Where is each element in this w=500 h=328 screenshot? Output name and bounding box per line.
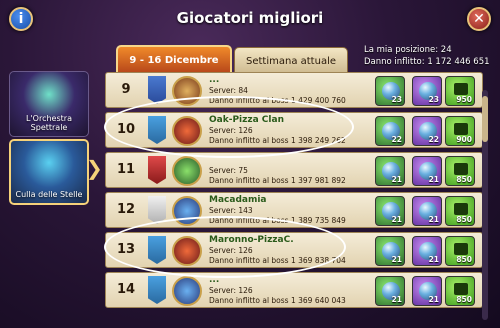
table-row[interactable]: 9 ... Server: 84 Danno inflitto al boss … xyxy=(105,72,483,108)
tab-last-week[interactable]: 9 - 16 Dicembre xyxy=(116,45,232,75)
guild-name: ... xyxy=(209,75,220,85)
damage-text: Danno inflitto al boss 1 389 735 849 xyxy=(209,216,346,225)
gem-icon xyxy=(454,203,468,215)
gem-icon xyxy=(454,243,468,255)
reward-count: 850 xyxy=(456,255,472,264)
my-position-panel: La mia posizione: 24 Danno inflitto: 1 1… xyxy=(364,44,490,68)
tab-current-week[interactable]: Settimana attuale xyxy=(234,47,348,75)
reward-count: 850 xyxy=(456,215,472,224)
gem-icon xyxy=(454,83,468,95)
reward-cell: 21 xyxy=(375,276,405,306)
avatar xyxy=(172,156,202,186)
sidebar-item-culla[interactable]: Culla delle Stelle xyxy=(9,139,89,205)
server-text: Server: 84 xyxy=(209,86,248,95)
gem-icon xyxy=(454,163,468,175)
table-row[interactable]: 13 Maronno-PizzaC. Server: 126 Danno inf… xyxy=(105,232,483,268)
reward-cell: 21 xyxy=(375,156,405,186)
avatar xyxy=(172,276,202,306)
reward-cell: 21 xyxy=(375,236,405,266)
reward-cell: 21 xyxy=(412,156,442,186)
guild-banner-icon xyxy=(148,236,166,264)
reward-count: 22 xyxy=(391,135,402,144)
table-row[interactable]: 11 Server: 75 Danno inflitto al boss 1 3… xyxy=(105,152,483,188)
table-row[interactable]: 12 Macadamia Server: 143 Danno inflitto … xyxy=(105,192,483,228)
reward-cell: 950 xyxy=(445,76,475,106)
reward-cell: 22 xyxy=(412,116,442,146)
rank: 10 xyxy=(116,122,136,137)
guild-banner-icon xyxy=(148,116,166,144)
table-row[interactable]: 14 ... Server: 126 Danno inflitto al bos… xyxy=(105,272,483,308)
reward-count: 21 xyxy=(428,215,439,224)
guild-name: Maronno-PizzaC. xyxy=(209,235,294,245)
reward-count: 21 xyxy=(391,215,402,224)
reward-count: 850 xyxy=(456,295,472,304)
damage-text: Danno inflitto al boss 1 369 640 043 xyxy=(209,296,346,305)
reward-count: 22 xyxy=(428,135,439,144)
reward-count: 950 xyxy=(456,95,472,104)
damage-text: Danno inflitto al boss 1 398 249 262 xyxy=(209,136,346,145)
reward-count: 21 xyxy=(428,255,439,264)
page-title: Giocatori migliori xyxy=(176,9,324,27)
reward-cell: 850 xyxy=(445,156,475,186)
avatar xyxy=(172,116,202,146)
damage-text: Danno inflitto al boss 1 369 838 704 xyxy=(209,256,346,265)
guild-name: ... xyxy=(209,275,220,285)
my-position-text: La mia posizione: 24 xyxy=(364,45,452,55)
reward-cell: 850 xyxy=(445,276,475,306)
guild-banner-icon xyxy=(148,196,166,224)
guild-name: Macadamia xyxy=(209,195,267,205)
reward-cell: 850 xyxy=(445,236,475,266)
avatar xyxy=(172,196,202,226)
table-row[interactable]: 10 Oak-Pizza Clan Server: 126 Danno infl… xyxy=(105,112,483,148)
server-text: Server: 143 xyxy=(209,206,253,215)
sidebar-item-orchestra[interactable]: L'Orchestra Spettrale xyxy=(9,71,89,137)
reward-count: 21 xyxy=(391,295,402,304)
gem-icon xyxy=(454,123,468,135)
reward-cell: 900 xyxy=(445,116,475,146)
server-text: Server: 126 xyxy=(209,126,253,135)
my-damage-text: Danno inflitto: 1 172 446 651 xyxy=(364,57,490,67)
server-text: Server: 126 xyxy=(209,246,253,255)
reward-count: 850 xyxy=(456,175,472,184)
reward-count: 23 xyxy=(391,95,402,104)
damage-text: Danno inflitto al boss 1 429 400 760 xyxy=(209,96,346,105)
reward-cell: 21 xyxy=(412,276,442,306)
reward-count: 21 xyxy=(428,175,439,184)
reward-cell: 23 xyxy=(412,76,442,106)
scrollbar-thumb[interactable] xyxy=(482,96,488,142)
guild-banner-icon xyxy=(148,76,166,104)
avatar xyxy=(172,76,202,106)
leaderboard-list: 9 ... Server: 84 Danno inflitto al boss … xyxy=(105,72,483,328)
top-bar: i Giocatori migliori ✕ xyxy=(0,0,500,40)
server-text: Server: 75 xyxy=(209,166,248,175)
close-button[interactable]: ✕ xyxy=(467,7,491,31)
reward-cell: 21 xyxy=(412,236,442,266)
rank: 9 xyxy=(121,82,131,97)
reward-count: 900 xyxy=(456,135,472,144)
close-icon: ✕ xyxy=(473,11,485,27)
reward-count: 21 xyxy=(428,295,439,304)
server-text: Server: 126 xyxy=(209,286,253,295)
reward-cell: 22 xyxy=(375,116,405,146)
gem-icon xyxy=(454,283,468,295)
chevron-right-icon: ❯ xyxy=(86,156,103,180)
reward-cell: 21 xyxy=(412,196,442,226)
rank: 11 xyxy=(116,162,136,177)
reward-cell: 23 xyxy=(375,76,405,106)
sidebar-item-label: L'Orchestra Spettrale xyxy=(26,114,72,132)
guild-banner-icon xyxy=(148,276,166,304)
reward-cell: 850 xyxy=(445,196,475,226)
guild-name: Oak-Pizza Clan xyxy=(209,115,284,125)
reward-cell: 21 xyxy=(375,196,405,226)
rank: 14 xyxy=(116,282,136,297)
rank: 12 xyxy=(116,202,136,217)
reward-count: 23 xyxy=(428,95,439,104)
sidebar-item-label: Culla delle Stelle xyxy=(15,190,83,199)
reward-count: 21 xyxy=(391,255,402,264)
damage-text: Danno inflitto al boss 1 397 981 892 xyxy=(209,176,346,185)
guild-banner-icon xyxy=(148,156,166,184)
rank: 13 xyxy=(116,242,136,257)
reward-count: 21 xyxy=(391,175,402,184)
avatar xyxy=(172,236,202,266)
